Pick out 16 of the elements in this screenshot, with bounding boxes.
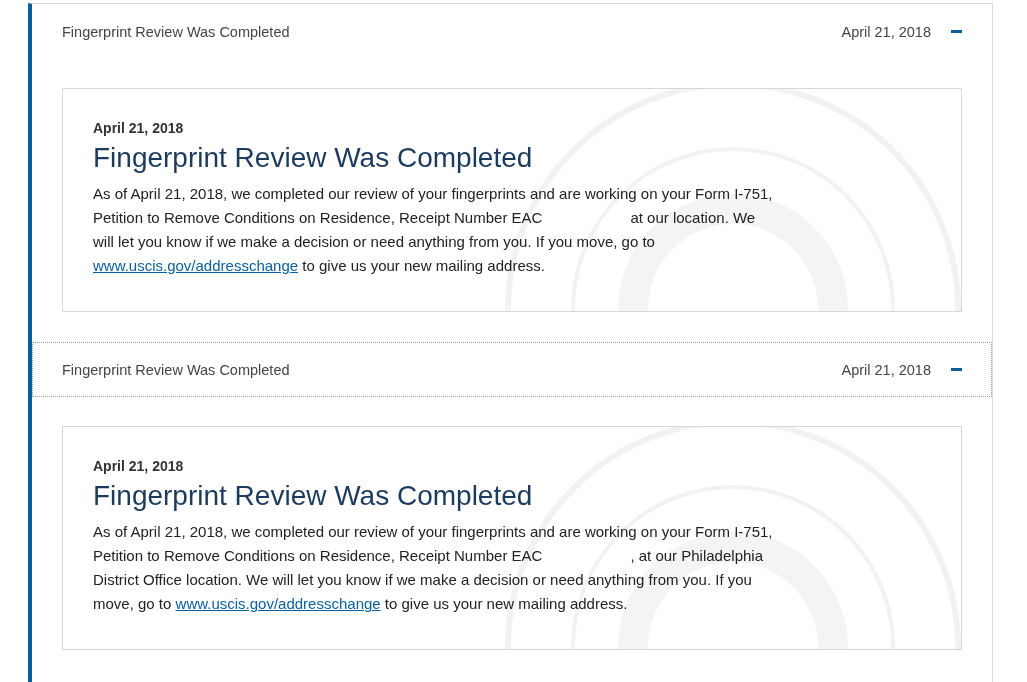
detail-title: Fingerprint Review Was Completed	[93, 480, 534, 512]
collapse-icon[interactable]	[951, 368, 962, 371]
event-header[interactable]: Fingerprint Review Was Completed April 21, 2018	[32, 4, 992, 59]
detail-title: Fingerprint Review Was Completed	[93, 142, 534, 174]
detail-date: April 21, 2018	[93, 458, 185, 474]
event-title: Fingerprint Review Was Completed	[62, 361, 291, 378]
address-change-link[interactable]: www.uscis.gov/addresschange	[93, 257, 299, 274]
event-title: Fingerprint Review Was Completed	[62, 23, 291, 40]
collapse-icon[interactable]	[951, 30, 962, 33]
address-change-link[interactable]: www.uscis.gov/addresschange	[175, 595, 381, 612]
detail-date: April 21, 2018	[93, 120, 185, 136]
detail-text: As of April 21, 2018, we completed our review of your fingerprints and are working on your Form I-751, Petition to Remove Conditions on Residence, Receipt Number EAC , at our Philadelphia District Office location. We will let you know if we make a decision or need anything from you. If you move, go to www.uscis.gov/addresschange to give us your new mailing address.	[93, 522, 774, 614]
event-date: April 21, 2018	[841, 23, 931, 40]
detail-text: As of April 21, 2018, we completed our review of your fingerprints and are working on your Form I-751, Petition to Remove Conditions on Residence, Receipt Number EAC at our location. We will let you know if we make a decision or need anything from you. If you move, go to www.uscis.gov/addresschange to give us your new mailing address.	[93, 184, 774, 276]
event-date: April 21, 2018	[841, 361, 931, 378]
event-header[interactable]: Fingerprint Review Was Completed April 21, 2018	[32, 342, 992, 397]
